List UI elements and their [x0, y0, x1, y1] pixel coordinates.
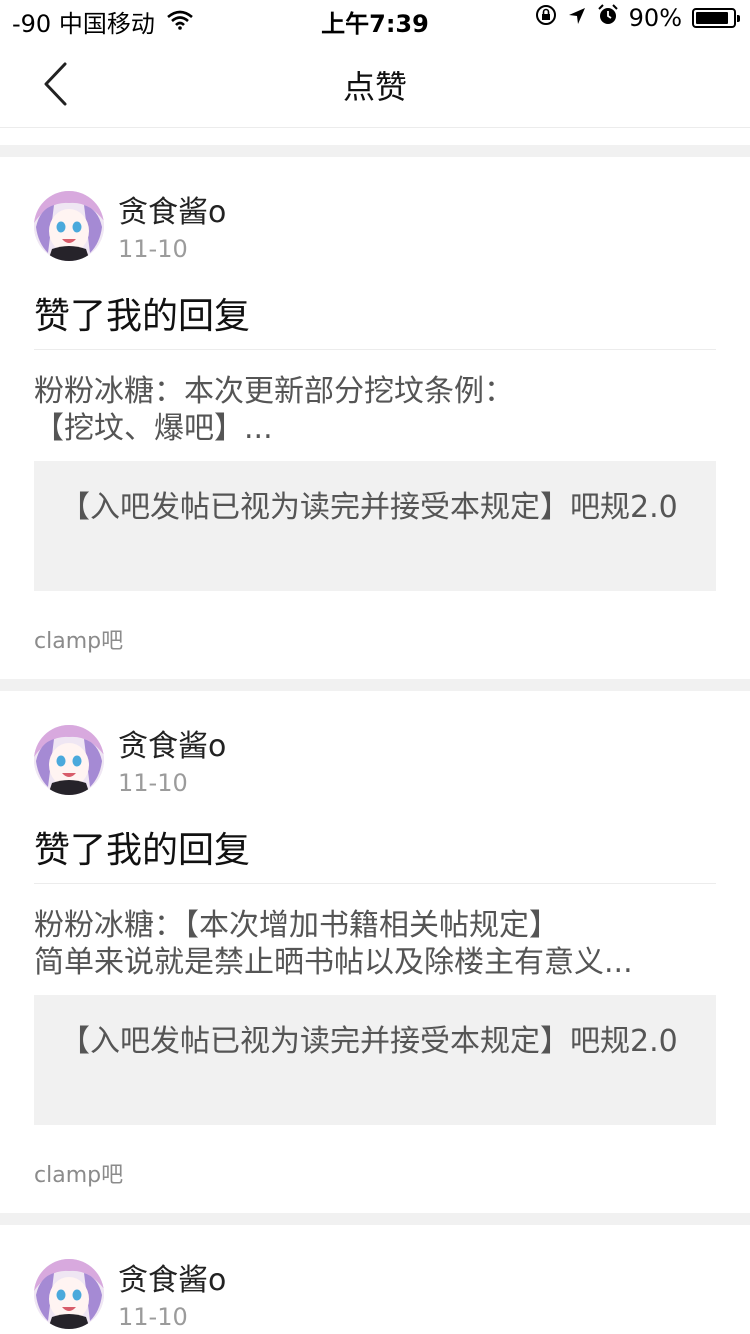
action-text: 赞了我的回复	[34, 830, 251, 871]
user-name[interactable]: 贪食酱o	[118, 1255, 226, 1299]
reply-line: 粉粉冰糖：本次更新部分挖坟条例：	[34, 374, 514, 409]
timestamp: 11-10	[118, 769, 188, 797]
forum-name[interactable]: clamp吧	[34, 623, 123, 655]
battery-fill	[696, 12, 728, 24]
reply-line: 简单来说就是禁止晒书帖以及除楼主有意义...	[34, 945, 633, 980]
battery-icon	[692, 8, 740, 28]
quoted-post[interactable]: 【入吧发帖已视为读完并接受本规定】吧规2.0	[34, 995, 716, 1125]
timestamp: 11-10	[118, 1303, 188, 1331]
user-name[interactable]: 贪食酱o	[118, 187, 226, 231]
orientation-lock-icon	[535, 4, 557, 32]
reply-text[interactable]: 粉粉冰糖：本次更新部分挖坟条例： 【挖坟、爆吧】...	[34, 373, 716, 447]
like-notification-card[interactable]: 贪食酱o 11-10 赞了我的回复 粉粉冰糖：本次更新部分挖坟条例： 【挖坟、爆…	[0, 157, 750, 679]
status-right: 90%	[535, 4, 740, 32]
avatar[interactable]	[34, 1259, 104, 1329]
like-notification-card[interactable]: 贪食酱o 11-10 赞了我的回复 粉粉冰糖：【本次增加书籍相关帖规定】 简单来…	[0, 691, 750, 1213]
nav-bar: 点赞	[0, 40, 750, 128]
timestamp: 11-10	[118, 235, 188, 263]
avatar[interactable]	[34, 725, 104, 795]
quoted-post[interactable]: 【入吧发帖已视为读完并接受本规定】吧规2.0	[34, 461, 716, 591]
action-text: 赞了我的回复	[34, 296, 251, 337]
divider	[34, 349, 716, 350]
battery-percent: 90%	[628, 4, 682, 32]
section-gap	[0, 1213, 750, 1225]
section-gap	[0, 679, 750, 691]
forum-name[interactable]: clamp吧	[34, 1157, 123, 1189]
like-notification-card[interactable]: 贪食酱o 11-10	[0, 1225, 750, 1334]
reply-text[interactable]: 粉粉冰糖：【本次增加书籍相关帖规定】 简单来说就是禁止晒书帖以及除楼主有意义..…	[34, 907, 716, 981]
reply-line: 粉粉冰糖：【本次增加书籍相关帖规定】	[34, 908, 559, 943]
status-bar: -90 中国移动 上午7:39 90%	[0, 0, 750, 40]
page-title: 点赞	[342, 68, 407, 106]
avatar[interactable]	[34, 191, 104, 261]
section-gap	[0, 145, 750, 157]
divider	[34, 883, 716, 884]
location-icon	[567, 4, 587, 32]
reply-line: 【挖坟、爆吧】...	[34, 411, 273, 446]
user-name[interactable]: 贪食酱o	[118, 721, 226, 765]
alarm-icon	[597, 4, 619, 32]
